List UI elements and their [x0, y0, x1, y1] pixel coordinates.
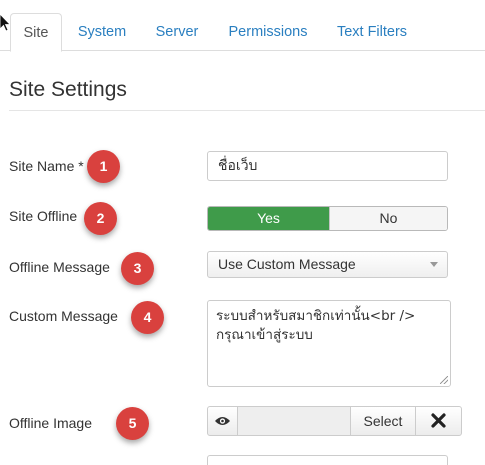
step-badge-2: 2 — [84, 202, 117, 235]
section-title: Site Settings — [9, 78, 127, 101]
custom-message-label: Custom Message — [9, 308, 118, 324]
settings-tabs: Site System Server Permissions Text Filt… — [0, 0, 485, 52]
select-image-button[interactable]: Select — [350, 406, 416, 436]
site-offline-toggle: Yes No — [207, 206, 448, 231]
step-badge-3: 3 — [121, 252, 154, 285]
custom-message-line-2: กรุณาเข้าสู่ระบบ — [216, 327, 313, 343]
step-badge-5: 5 — [116, 407, 149, 440]
tab-permissions[interactable]: Permissions — [218, 13, 318, 51]
offline-message-value: Use Custom Message — [218, 256, 356, 272]
clear-image-button[interactable] — [415, 406, 462, 436]
custom-message-textarea[interactable]: ระบบสำหรับสมาชิกเท่านั้น<br /> กรุณาเข้า… — [207, 300, 451, 387]
site-name-label: Site Name * — [9, 158, 84, 174]
chevron-down-icon — [430, 262, 438, 267]
tab-system[interactable]: System — [68, 13, 136, 51]
section-divider — [9, 110, 485, 111]
tab-server[interactable]: Server — [146, 13, 208, 51]
offline-message-label: Offline Message — [9, 259, 110, 275]
site-offline-label: Site Offline — [9, 208, 78, 224]
offline-image-path-field[interactable] — [237, 406, 351, 436]
preview-button[interactable] — [207, 406, 238, 436]
site-name-input[interactable]: ชื่อเว็บ — [207, 151, 448, 181]
step-badge-1: 1 — [87, 150, 120, 183]
step-badge-4: 4 — [131, 301, 164, 334]
custom-message-line-1: ระบบสำหรับสมาชิกเท่านั้น<br /> — [216, 308, 416, 324]
tab-text-filters[interactable]: Text Filters — [328, 13, 416, 51]
offline-message-select[interactable]: Use Custom Message — [207, 251, 448, 278]
eye-icon — [215, 417, 230, 425]
offline-image-label: Offline Image — [9, 415, 93, 431]
site-offline-no-button[interactable]: No — [329, 207, 447, 230]
close-icon — [431, 413, 446, 428]
tab-site[interactable]: Site — [10, 13, 62, 52]
resize-handle-icon[interactable] — [440, 376, 448, 384]
site-offline-yes-button[interactable]: Yes — [208, 207, 329, 230]
